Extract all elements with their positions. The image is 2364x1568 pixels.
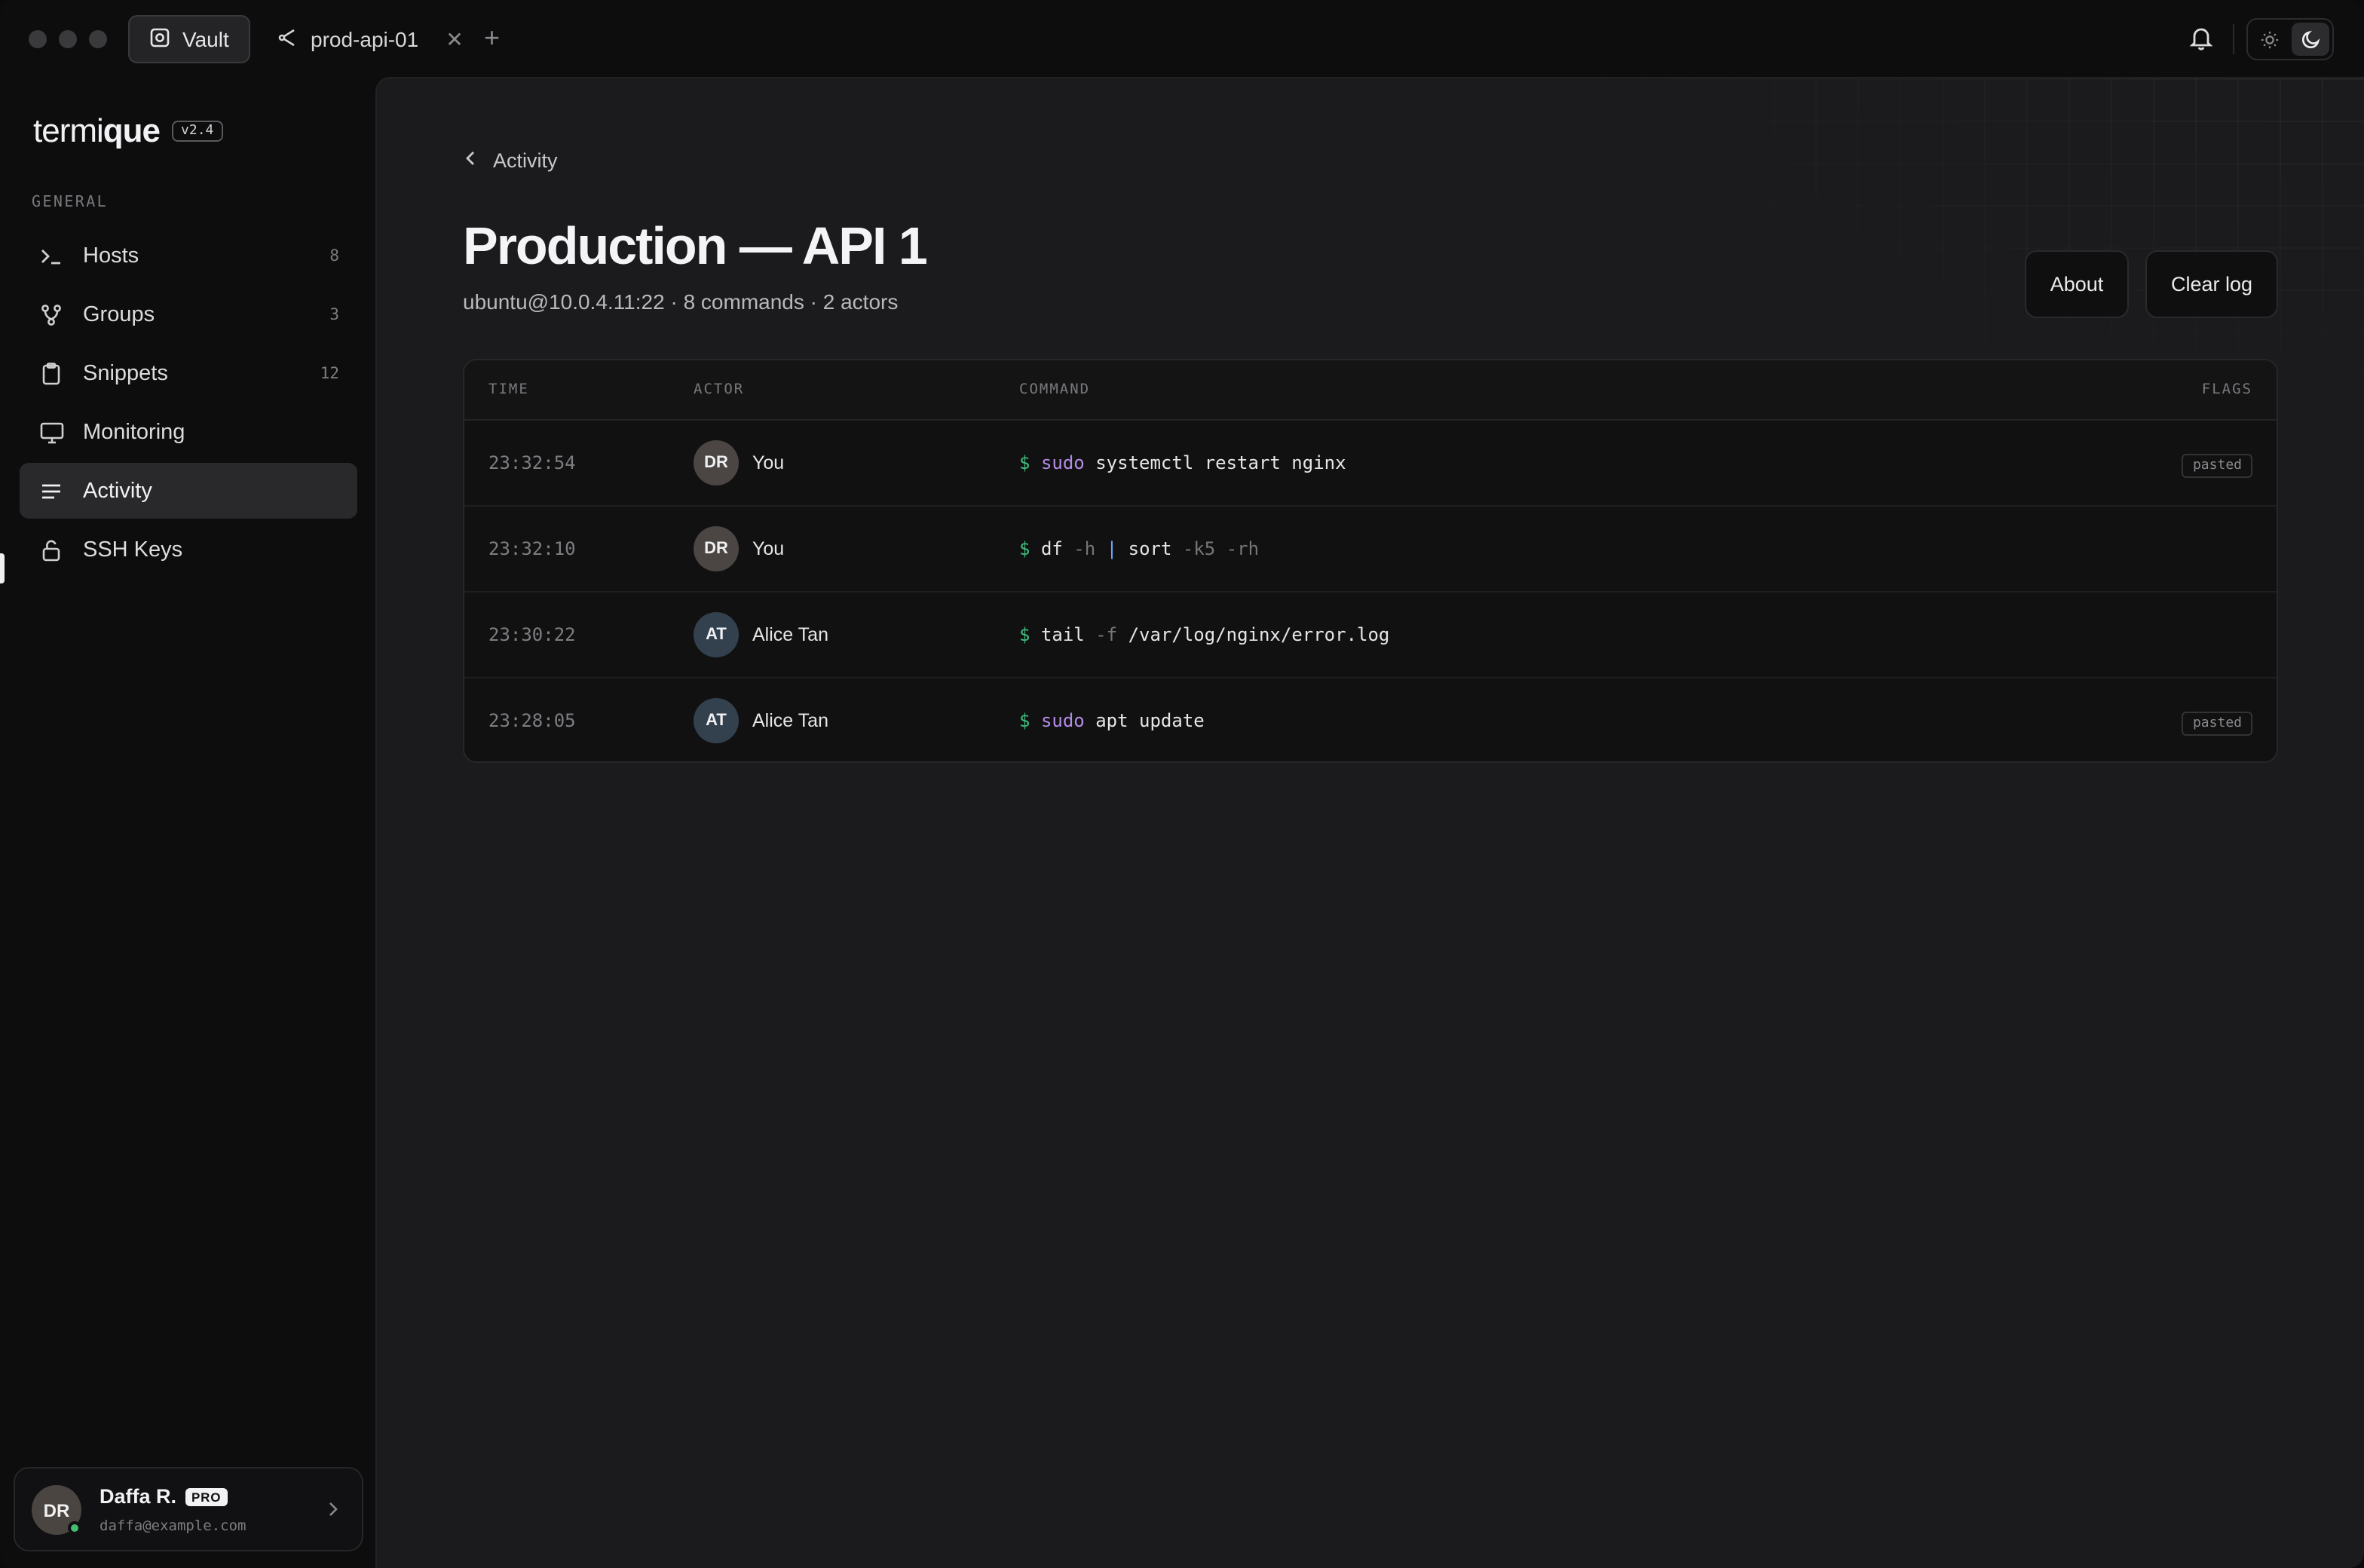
row-actor: DR You (694, 440, 784, 485)
table-row[interactable]: 23:32:10 DR You $ df -h | sort -k5 -rh (464, 507, 2277, 593)
vault-icon (149, 26, 170, 52)
tab-vault[interactable]: Vault (128, 15, 250, 63)
plan-badge: PRO (185, 1487, 228, 1505)
actor-name: Alice Tan (752, 710, 828, 731)
page-title: Production — API 1 (463, 217, 928, 276)
column-header-time: TIME (488, 381, 529, 398)
sidebar-item-monitoring[interactable]: Monitoring (20, 404, 357, 460)
column-header-actor: ACTOR (694, 381, 745, 398)
column-header-flags: FLAGS (2201, 381, 2252, 398)
dark-mode-icon[interactable] (2292, 23, 2329, 56)
main-panel: Activity Production — API 1 ubuntu@10.0.… (375, 77, 2364, 1568)
sidebar-item-count: 3 (329, 305, 339, 323)
brand-name: termique (33, 112, 161, 149)
tab-vault-label: Vault (182, 27, 229, 51)
table-row[interactable]: 23:30:22 AT Alice Tan $ tail -f /var/log… (464, 593, 2277, 678)
app-window: Vault prod-api-01 ✕ + termique v2.4 GENE… (0, 0, 2364, 1568)
chevron-left-icon (463, 149, 478, 172)
actor-name: You (752, 452, 785, 473)
divider (2233, 24, 2234, 54)
about-button[interactable]: About (2025, 250, 2129, 318)
row-time: 23:32:10 (488, 538, 576, 559)
sidebar-nav: Hosts 8 Groups 3 Snippets 12 Monitoring … (20, 228, 357, 580)
row-command: $ tail -f /var/log/nginx/error.log (1019, 624, 1390, 645)
tab-prod-api-01[interactable]: prod-api-01 ✕ (277, 15, 464, 63)
new-tab-button[interactable]: + (484, 24, 500, 51)
clear-log-button[interactable]: Clear log (2145, 250, 2278, 318)
clipboard-icon (38, 360, 65, 387)
sidebar-item-label: Activity (83, 479, 152, 503)
row-time: 23:28:05 (488, 710, 576, 731)
sidebar-item-hosts[interactable]: Hosts 8 (20, 228, 357, 283)
avatar: AT (694, 698, 739, 743)
page-subtitle: ubuntu@10.0.4.11:22 · 8 commands · 2 act… (463, 289, 899, 314)
sidebar: termique v2.4 GENERAL Hosts 8 Groups 3 S… (0, 78, 375, 1568)
sidebar-item-groups[interactable]: Groups 3 (20, 286, 357, 342)
actor-name: Alice Tan (752, 624, 828, 645)
close-tab-icon[interactable]: ✕ (446, 26, 463, 52)
breadcrumb[interactable]: Activity (463, 149, 558, 172)
actor-name: You (752, 538, 785, 559)
row-actor: AT Alice Tan (694, 698, 828, 743)
row-actor: DR You (694, 526, 784, 571)
row-actor: AT Alice Tan (694, 612, 828, 657)
column-header-command: COMMAND (1019, 381, 1091, 398)
sidebar-item-snippets[interactable]: Snippets 12 (20, 345, 357, 401)
pasted-badge: pasted (2182, 712, 2252, 736)
title-bar: Vault prod-api-01 ✕ + (0, 0, 2364, 78)
activity-table: TIME ACTOR COMMAND FLAGS 23:32:54 DR You… (463, 359, 2278, 763)
sidebar-item-label: SSH Keys (83, 537, 183, 562)
tab-prod-label: prod-api-01 (311, 27, 419, 51)
sidebar-item-ssh-keys[interactable]: SSH Keys (20, 522, 357, 577)
avatar: DR (694, 440, 739, 485)
close-window-button[interactable] (29, 30, 47, 48)
table-header: TIME ACTOR COMMAND FLAGS (464, 360, 2277, 421)
list-icon (38, 477, 65, 504)
row-command: $ df -h | sort -k5 -rh (1019, 538, 1260, 559)
table-row[interactable]: 23:28:05 AT Alice Tan $ sudo apt update … (464, 678, 2277, 761)
pasted-badge: pasted (2182, 454, 2252, 478)
online-status-dot (68, 1521, 81, 1535)
row-time: 23:32:54 (488, 452, 576, 473)
groups-icon (38, 301, 65, 328)
version-badge: v2.4 (172, 121, 223, 142)
chevron-right-icon (326, 1499, 341, 1526)
minimize-window-button[interactable] (59, 30, 77, 48)
sidebar-item-label: Snippets (83, 361, 168, 385)
theme-toggle[interactable] (2246, 18, 2334, 60)
monitor-icon (38, 418, 65, 446)
terminal-icon (38, 242, 65, 269)
sidebar-item-label: Hosts (83, 243, 139, 268)
avatar: AT (694, 612, 739, 657)
lock-icon (38, 536, 65, 563)
table-row[interactable]: 23:32:54 DR You $ sudo systemctl restart… (464, 421, 2277, 507)
share-icon (277, 26, 299, 52)
avatar: DR (694, 526, 739, 571)
sidebar-item-label: Monitoring (83, 420, 185, 444)
row-time: 23:30:22 (488, 624, 576, 645)
row-command: $ sudo systemctl restart nginx (1019, 452, 1346, 473)
user-name: Daffa R. PRO (100, 1485, 228, 1508)
sidebar-item-label: Groups (83, 302, 155, 326)
row-command: $ sudo apt update (1019, 710, 1205, 731)
maximize-window-button[interactable] (89, 30, 107, 48)
user-email: daffa@example.com (100, 1518, 247, 1535)
section-label-general: GENERAL (32, 194, 109, 211)
bell-icon[interactable] (2188, 24, 2215, 59)
breadcrumb-label: Activity (493, 149, 558, 172)
window-controls (29, 30, 107, 48)
sidebar-item-count: 12 (320, 364, 339, 382)
sidebar-item-activity[interactable]: Activity (20, 463, 357, 519)
user-card[interactable]: DR Daffa R. PRO daffa@example.com (14, 1467, 363, 1551)
brand-logo: termique v2.4 (33, 112, 223, 151)
light-mode-icon[interactable] (2251, 23, 2289, 56)
sidebar-item-count: 8 (329, 247, 339, 265)
active-indicator (0, 553, 5, 583)
